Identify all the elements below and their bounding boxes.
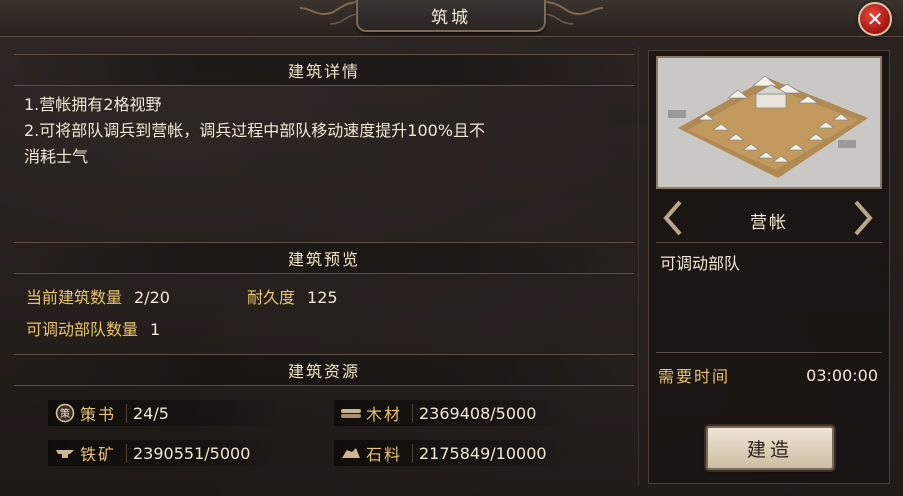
iron-ore-icon [54,442,76,464]
details-header: 建筑详情 [14,54,634,86]
build-time-label: 需要时间 [658,367,731,386]
close-icon: ✕ [866,7,884,31]
resource-strategy-book: 策 策书 24/5 [48,400,278,426]
troops-value: 1 [150,320,161,339]
resource-value: 2175849/10000 [412,443,547,463]
troops-stat: 可调动部队数量 1 [26,316,160,340]
panel-divider [638,46,639,486]
window-title: 筑城 [356,0,546,32]
build-time: 需要时间 03:00:00 [656,352,882,397]
building-count-value: 2/20 [134,288,170,307]
building-image [656,56,882,189]
building-name: 营帐 [750,213,788,233]
build-button[interactable]: 建造 [706,426,834,470]
svg-text:策: 策 [60,407,70,420]
strategy-book-icon: 策 [54,402,76,424]
resource-value: 24/5 [126,403,169,423]
resource-label: 石料 [366,445,403,464]
building-description: 可调动部队 [660,254,741,273]
title-ornament-right [543,1,603,25]
resource-value: 2369408/5000 [412,403,536,423]
troops-label: 可调动部队数量 [26,320,139,339]
resource-label: 木材 [366,405,403,424]
durability-label: 耐久度 [247,288,296,307]
detail-line: 2.可将部队调兵到营帐，调兵过程中部队移动速度提升100%且不 消耗士气 [24,121,486,166]
durability-value: 125 [307,288,338,307]
preview-header: 建筑预览 [14,242,634,274]
building-count-stat: 当前建筑数量 2/20 [26,284,170,308]
title-ornament-left [300,1,360,25]
resource-label: 策书 [80,405,117,424]
building-count-label: 当前建筑数量 [26,288,123,307]
details-text: 1.营帐拥有2格视野 2.可将部队调兵到营帐，调兵过程中部队移动速度提升100%… [24,92,634,170]
wood-icon [340,402,362,424]
resource-stone: 石料 2175849/10000 [334,440,564,466]
prev-arrow-icon[interactable] [662,200,686,236]
next-arrow-icon[interactable] [850,200,874,236]
resource-wood: 木材 2369408/5000 [334,400,564,426]
stone-icon [340,442,362,464]
resources-header: 建筑资源 [14,354,634,386]
build-time-value: 03:00:00 [806,365,878,385]
detail-line: 1.营帐拥有2格视野 [24,95,162,114]
resource-iron: 铁矿 2390551/5000 [48,440,278,466]
close-button[interactable]: ✕ [858,2,892,36]
building-selector: 营帐 [656,196,882,243]
durability-stat: 耐久度 125 [247,284,338,308]
resource-value: 2390551/5000 [126,443,250,463]
resource-label: 铁矿 [80,445,117,464]
